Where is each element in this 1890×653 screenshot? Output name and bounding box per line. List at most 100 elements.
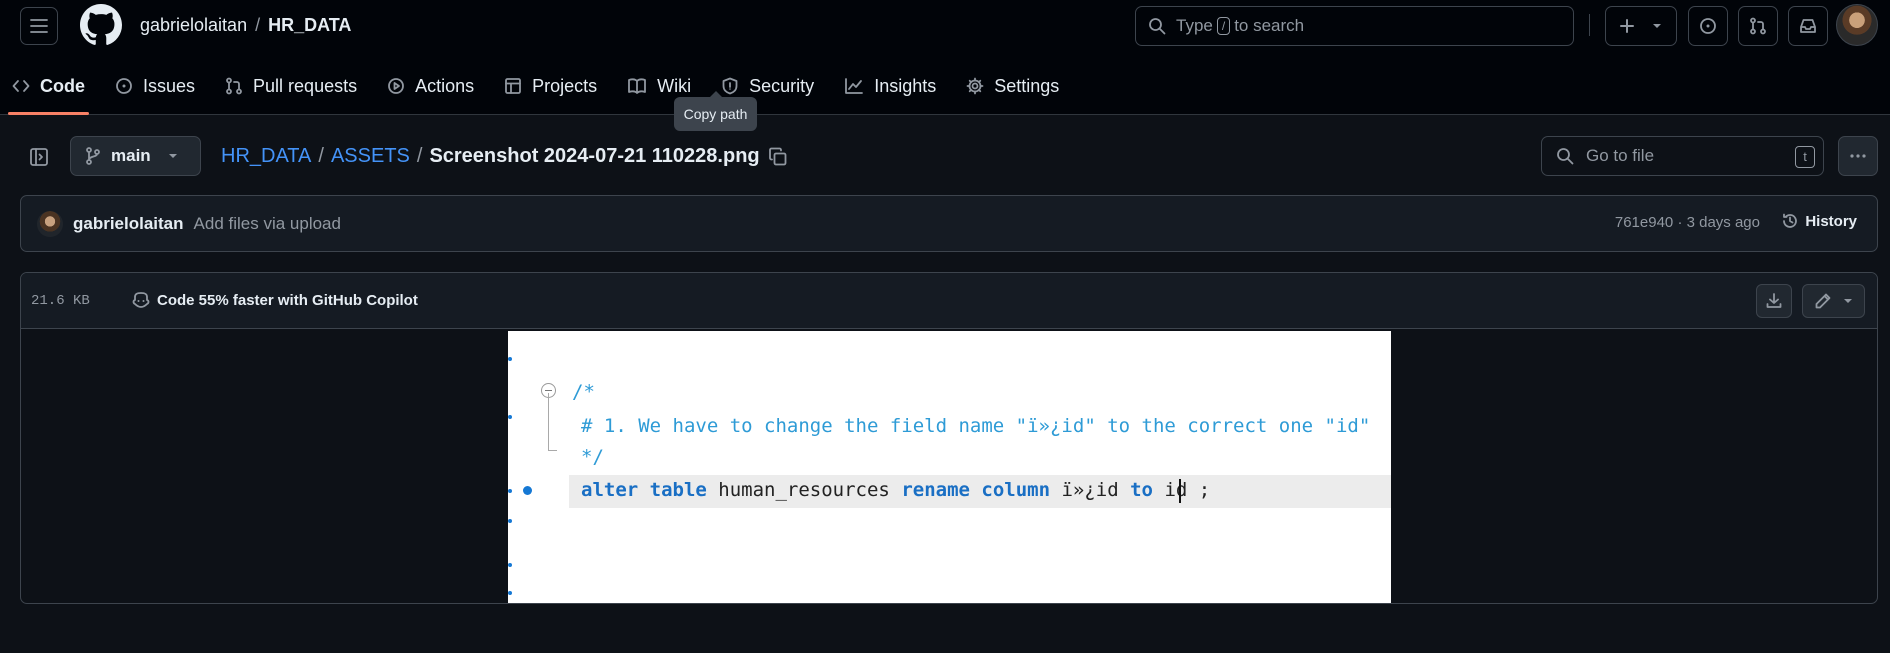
gutter-marker — [508, 415, 512, 419]
path-separator: / — [255, 15, 261, 35]
gutter-marker — [508, 489, 512, 493]
tab-code[interactable]: Code — [0, 64, 97, 115]
copilot-promo-link[interactable]: Code 55% faster with GitHub Copilot — [131, 291, 418, 309]
tab-label: Wiki — [657, 75, 692, 96]
code-comment-text: # 1. We have to change the field name "ï… — [581, 415, 1371, 437]
menu-button[interactable] — [20, 7, 58, 45]
pencil-icon — [1815, 293, 1830, 309]
tab-insights[interactable]: Insights — [832, 64, 948, 108]
code-icon — [12, 80, 30, 92]
top-header: gabrielolaitan / HR_DATA Type / to search … — [0, 0, 1890, 115]
sql-text: ï»¿id — [1050, 479, 1131, 501]
repo-path: gabrielolaitan / HR_DATA — [140, 15, 351, 36]
breadcrumb-file-name: Screenshot 2024-07-21 110228.png — [429, 145, 760, 167]
tab-label: Projects — [532, 75, 598, 96]
line-marker-dot — [523, 486, 532, 495]
code-comment-close: */ — [581, 446, 604, 468]
repo-link[interactable]: HR_DATA — [268, 15, 351, 35]
triangle-down-icon — [168, 154, 177, 158]
breadcrumb-separator: / — [416, 145, 423, 167]
tab-issues[interactable]: Issues — [103, 64, 207, 108]
fold-guide — [548, 393, 549, 451]
commit-author[interactable]: gabrielolaitan — [73, 214, 184, 234]
breadcrumb-folder-link[interactable]: ASSETS — [331, 145, 410, 168]
more-options-button[interactable] — [1838, 136, 1878, 176]
inbox-icon — [1800, 19, 1816, 33]
git-branch-icon — [86, 147, 100, 165]
inbox-button[interactable] — [1788, 6, 1828, 46]
copy-path-tooltip: Copy path — [674, 91, 757, 131]
download-icon — [1766, 293, 1782, 308]
git-pull-request-icon — [1750, 17, 1766, 35]
search-icon — [1557, 148, 1574, 165]
tab-projects[interactable]: Projects — [492, 64, 609, 108]
search-input[interactable]: Type / to search — [1135, 6, 1574, 46]
history-label: History — [1805, 212, 1857, 230]
book-icon — [628, 78, 647, 94]
copilot-icon — [132, 292, 150, 308]
owner-link[interactable]: gabrielolaitan — [140, 15, 247, 35]
tab-label: Security — [749, 75, 815, 96]
breadcrumb-separator: / — [318, 145, 324, 167]
issue-opened-icon — [1700, 18, 1716, 34]
breadcrumb-root-link[interactable]: HR_DATA — [221, 145, 311, 168]
repo-nav-tabs: Code Issues Pull requests Actions Projec… — [0, 64, 1077, 115]
history-button[interactable]: History — [1781, 212, 1857, 230]
tab-label: Pull requests — [253, 75, 358, 96]
graph-icon — [845, 78, 864, 94]
sql-text: human_resources — [706, 479, 902, 501]
history-icon — [1783, 213, 1798, 228]
tab-settings[interactable]: Settings — [954, 64, 1071, 108]
go-to-file-input[interactable]: Go to file t — [1541, 136, 1824, 176]
author-avatar[interactable] — [37, 210, 63, 237]
gutter-marker — [508, 357, 512, 361]
pull-request-icon — [226, 77, 242, 95]
commit-message[interactable]: Add files via upload — [194, 214, 341, 234]
sql-keyword: to — [1130, 479, 1153, 501]
plus-icon — [1620, 19, 1634, 33]
gear-icon — [966, 77, 984, 95]
gutter-marker — [508, 563, 512, 567]
tab-label: Settings — [994, 75, 1060, 96]
tab-label: Insights — [874, 75, 937, 96]
triangle-down-icon — [1653, 24, 1661, 28]
gutter-marker — [508, 591, 512, 595]
play-icon — [388, 78, 404, 94]
copilot-text: Code 55% faster with GitHub Copilot — [157, 291, 418, 309]
search-placeholder-pre: Type — [1176, 16, 1213, 35]
sql-text: id ; — [1153, 479, 1211, 501]
edit-file-button[interactable] — [1802, 284, 1865, 318]
text-caret — [1179, 479, 1181, 503]
latest-commit-bar: gabrielolaitan Add files via upload 761e… — [20, 195, 1878, 252]
file-header: 21.6 KB Code 55% faster with GitHub Copi… — [21, 273, 1877, 329]
hamburger-icon — [30, 19, 48, 33]
pull-requests-button[interactable] — [1738, 6, 1778, 46]
search-icon — [1149, 18, 1166, 35]
tab-label: Actions — [415, 75, 475, 96]
issue-icon — [116, 78, 132, 94]
sidebar-toggle-button[interactable] — [20, 138, 58, 176]
fold-guide-end — [548, 450, 557, 451]
go-to-file-shortcut-key: t — [1795, 146, 1815, 168]
image-preview: /* # 1. We have to change the field name… — [508, 331, 1391, 603]
sql-keyword: rename column — [901, 479, 1051, 501]
issues-button[interactable] — [1688, 6, 1728, 46]
code-sql-statement: alter table human_resources rename colum… — [581, 479, 1210, 501]
branch-selector[interactable]: main — [70, 136, 201, 176]
code-comment-open: /* — [572, 381, 595, 403]
create-new-button[interactable] — [1605, 6, 1677, 46]
download-raw-button[interactable] — [1756, 284, 1792, 318]
tab-label: Issues — [143, 75, 196, 96]
copy-icon[interactable] — [768, 147, 788, 167]
tab-pull-requests[interactable]: Pull requests — [213, 64, 369, 108]
file-viewer: 21.6 KB Code 55% faster with GitHub Copi… — [20, 272, 1878, 604]
shield-icon — [722, 77, 738, 95]
github-logo-icon[interactable] — [80, 4, 122, 46]
header-divider — [1589, 14, 1590, 36]
user-avatar[interactable] — [1836, 4, 1878, 46]
table-icon — [505, 78, 522, 94]
commit-meta[interactable]: 761e940 · 3 days ago — [1615, 214, 1760, 231]
kebab-horizontal-icon — [1850, 154, 1866, 158]
triangle-down-icon — [1843, 299, 1852, 303]
tab-actions[interactable]: Actions — [375, 64, 486, 108]
